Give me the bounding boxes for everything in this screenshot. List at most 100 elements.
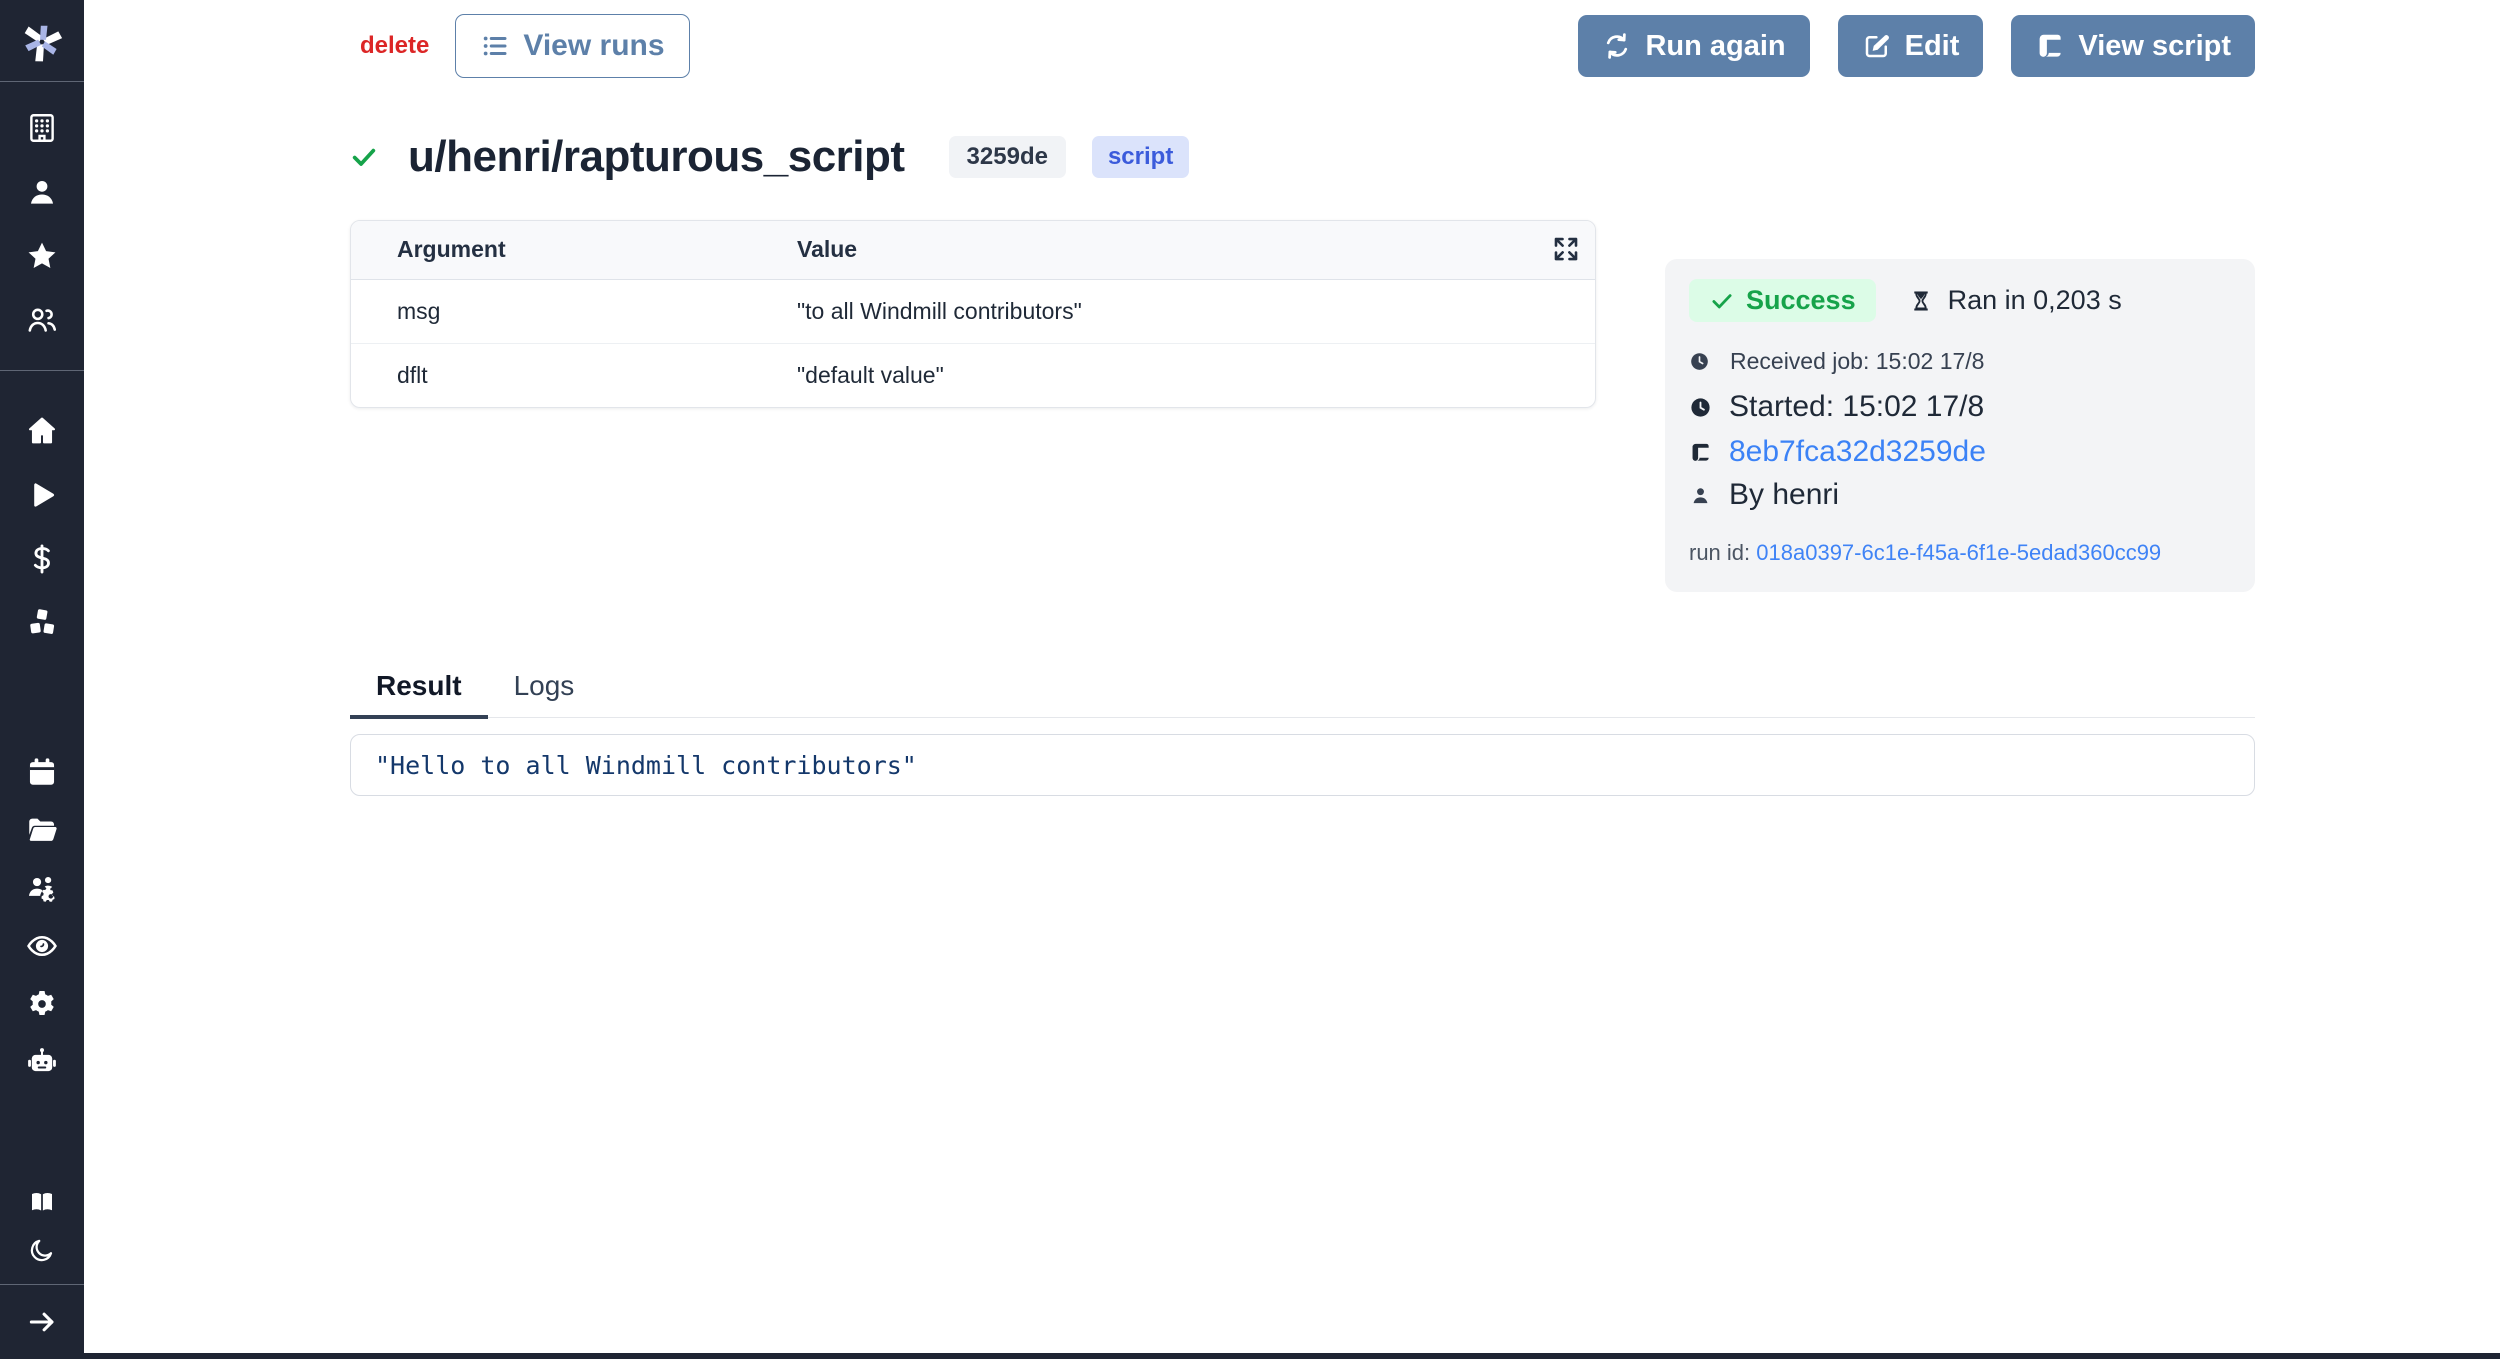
sidebar-item-settings[interactable]	[0, 975, 84, 1033]
arrow-right-icon	[25, 1305, 59, 1339]
started-row: Started: 15:02 17/8	[1689, 390, 2231, 424]
sidebar-item-runs[interactable]	[0, 463, 84, 527]
calendar-icon	[25, 755, 59, 789]
sidebar-item-docs[interactable]	[0, 1178, 84, 1226]
view-runs-label: View runs	[523, 29, 664, 63]
gear-icon	[25, 987, 59, 1021]
column-header-value: Value	[751, 221, 1595, 279]
sidebar-item-groups[interactable]	[0, 859, 84, 917]
run-again-button[interactable]: Run again	[1578, 15, 1809, 77]
building-icon	[25, 111, 59, 145]
created-by-label: By henri	[1729, 478, 1839, 512]
sidebar-item-user[interactable]	[0, 160, 84, 224]
scroll-icon	[1689, 441, 1712, 464]
sidebar-group-admin	[0, 743, 84, 1091]
hourglass-icon	[1908, 288, 1934, 314]
result-tabs: Result Logs	[350, 670, 2255, 718]
folder-open-icon	[25, 813, 59, 847]
edit-pencil-icon	[1862, 31, 1892, 61]
table-header-row: Argument Value	[351, 221, 1595, 279]
refresh-icon	[1602, 31, 1632, 61]
moon-icon	[27, 1235, 57, 1265]
user-icon	[1689, 484, 1712, 507]
duration-label: Ran in 0,203 s	[1948, 285, 2122, 316]
sidebar-bottom	[0, 1178, 84, 1359]
edit-label: Edit	[1905, 30, 1960, 63]
script-hash-link[interactable]: 8eb7fca32d3259de	[1729, 435, 1986, 469]
sidebar-item-workspace[interactable]	[0, 96, 84, 160]
topbar: delete View runs Run again	[350, 14, 2255, 78]
status-badge: Success	[1689, 279, 1876, 322]
home-icon	[25, 414, 59, 448]
argument-value: "default value"	[751, 343, 1595, 407]
play-icon	[25, 478, 59, 512]
run-id-link[interactable]: 018a0397-6c1e-f45a-6f1e-5edad360cc99	[1756, 540, 2161, 565]
script-hash-row: 8eb7fca32d3259de	[1689, 435, 2231, 469]
star-icon	[25, 239, 59, 273]
sidebar-item-resources[interactable]	[0, 591, 84, 655]
users-gear-icon	[25, 871, 59, 905]
sidebar-item-favorites[interactable]	[0, 224, 84, 288]
tab-result[interactable]: Result	[350, 670, 488, 719]
scroll-icon	[2035, 31, 2065, 61]
clock-icon	[1689, 351, 1710, 372]
status-top-row: Success Ran in 0,203 s	[1689, 279, 2231, 322]
received-label: Received job: 15:02 17/8	[1730, 348, 1984, 375]
page-title: u/henri/rapturous_script	[408, 132, 905, 182]
sidebar-group-workspace	[0, 96, 84, 352]
duration: Ran in 0,203 s	[1908, 285, 2122, 316]
expand-icon[interactable]	[1551, 234, 1581, 269]
job-status-card: Success Ran in 0,203 s Rec	[1665, 259, 2255, 592]
arguments-table: Argument Value msg "to all Windmill cont…	[351, 221, 1595, 407]
sidebar-item-members[interactable]	[0, 288, 84, 352]
sidebar-item-variables[interactable]	[0, 527, 84, 591]
run-id-row: run id: 018a0397-6c1e-f45a-6f1e-5edad360…	[1689, 540, 2231, 566]
windmill-logo[interactable]	[0, 0, 84, 82]
argument-value: "to all Windmill contributors"	[751, 279, 1595, 343]
argument-name: msg	[351, 279, 751, 343]
delete-button[interactable]: delete	[360, 32, 429, 60]
table-row: msg "to all Windmill contributors"	[351, 279, 1595, 343]
edit-button[interactable]: Edit	[1838, 15, 1984, 77]
sidebar	[0, 0, 84, 1359]
script-type-badge: script	[1092, 136, 1189, 178]
success-check-icon	[350, 143, 378, 171]
check-icon	[1709, 288, 1735, 314]
robot-icon	[25, 1045, 59, 1079]
view-runs-button[interactable]: View runs	[455, 14, 689, 78]
sidebar-item-schedules[interactable]	[0, 743, 84, 801]
main-content: delete View runs Run again	[84, 0, 2500, 1359]
sidebar-item-audit-logs[interactable]	[0, 917, 84, 975]
cubes-icon	[25, 606, 59, 640]
argument-name: dflt	[351, 343, 751, 407]
user-group-icon	[25, 303, 59, 337]
table-row: dflt "default value"	[351, 343, 1595, 407]
windmill-pinwheel-logo	[19, 18, 65, 64]
created-by-row: By henri	[1689, 478, 2231, 512]
status-label: Success	[1746, 285, 1856, 316]
dollar-icon	[25, 542, 59, 576]
started-label: Started: 15:02 17/8	[1729, 390, 1984, 424]
sidebar-group-main	[0, 399, 84, 655]
script-hash-badge: 3259de	[949, 136, 1066, 178]
dark-mode-toggle[interactable]	[0, 1226, 84, 1274]
sidebar-item-folders[interactable]	[0, 801, 84, 859]
sidebar-item-home[interactable]	[0, 399, 84, 463]
run-id-label: run id:	[1689, 540, 1750, 565]
book-icon	[27, 1187, 57, 1217]
list-icon	[480, 31, 510, 61]
sidebar-item-workers[interactable]	[0, 1033, 84, 1091]
content-row: Argument Value msg "to all Windmill cont…	[350, 220, 2255, 592]
user-icon	[25, 175, 59, 209]
sidebar-divider	[0, 370, 84, 371]
result-output: "Hello to all Windmill contributors"	[350, 734, 2255, 796]
title-row: u/henri/rapturous_script 3259de script	[350, 132, 2255, 182]
clock-icon	[1689, 396, 1712, 419]
eye-icon	[25, 929, 59, 963]
tab-logs[interactable]: Logs	[488, 670, 601, 719]
run-again-label: Run again	[1645, 30, 1785, 63]
topbar-actions: Run again Edit View script	[1578, 15, 2255, 77]
received-row: Received job: 15:02 17/8	[1689, 348, 2231, 375]
view-script-button[interactable]: View script	[2011, 15, 2255, 77]
sidebar-expand-button[interactable]	[0, 1285, 84, 1359]
